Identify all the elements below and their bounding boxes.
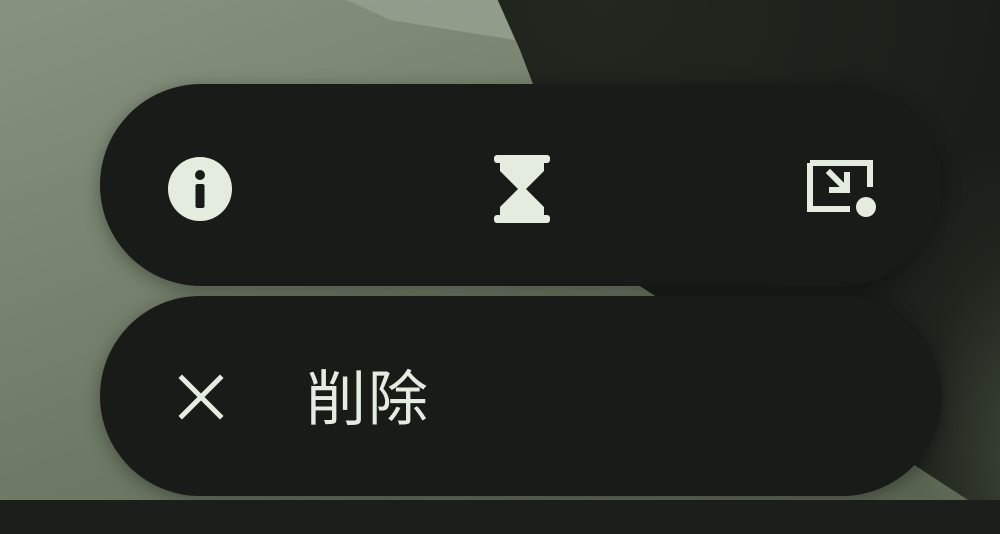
- close-icon: [178, 374, 224, 420]
- app-info-button[interactable]: [160, 149, 240, 229]
- info-icon: [168, 157, 232, 221]
- picture-in-picture-button[interactable]: [800, 148, 884, 228]
- navigation-bar: [0, 500, 1000, 534]
- hourglass-icon: [494, 155, 550, 223]
- picture-in-picture-icon: [807, 160, 876, 217]
- delete-close-button[interactable]: [168, 364, 234, 430]
- app-timer-button[interactable]: [480, 144, 564, 234]
- delete-label: 削除: [306, 365, 430, 435]
